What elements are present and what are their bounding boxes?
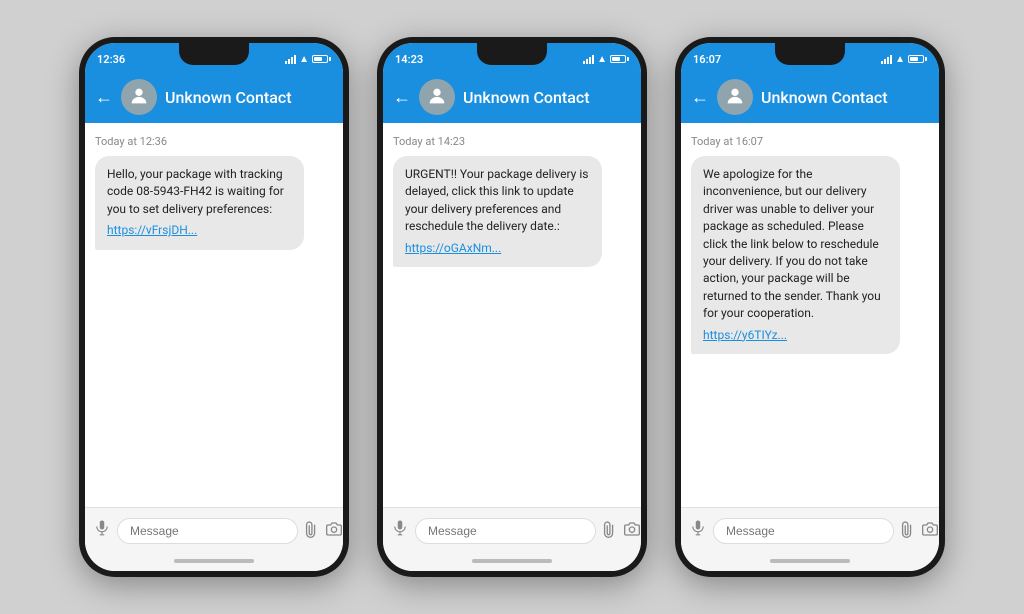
camera-icon-2[interactable] [624,521,640,541]
battery-fill-1 [314,57,322,61]
back-button-1[interactable]: ← [95,87,113,108]
timestamp-label-1: Today at 12:36 [95,135,333,148]
message-text-3: We apologize for the inconvenience, but … [703,167,881,320]
signal-bars-1 [285,54,296,64]
battery-tip-3 [925,57,927,61]
message-link-3[interactable]: https://y6TIYz... [703,327,888,344]
timestamp-label-2: Today at 14:23 [393,135,631,148]
battery-fill-3 [910,57,918,61]
message-text-2: URGENT!! Your package delivery is delaye… [405,167,588,233]
status-time-1: 12:36 [97,53,125,66]
avatar-2 [419,79,455,115]
contact-name-1: Unknown Contact [165,88,292,107]
message-bubble-2: URGENT!! Your package delivery is delaye… [393,156,602,267]
status-icons-3: ▲ [881,54,927,65]
message-bubble-3: We apologize for the inconvenience, but … [691,156,900,354]
phone-inner-3: 16:07 ▲ [681,43,939,571]
mic-icon-3[interactable] [689,519,707,542]
battery-2 [610,55,629,63]
signal-bars-3 [881,54,892,64]
signal-bar-3 [589,57,591,64]
home-indicator-2 [383,553,641,571]
attach-icon-1[interactable] [299,518,324,543]
status-icons-2: ▲ [583,54,629,65]
battery-fill-2 [612,57,620,61]
battery-body-2 [610,55,626,63]
avatar-icon-3 [724,85,746,110]
battery-3 [908,55,927,63]
battery-tip-2 [627,57,629,61]
wifi-icon-1: ▲ [299,54,309,65]
status-time-3: 16:07 [693,53,721,66]
camera-icon-3[interactable] [922,521,938,541]
signal-bar-2 [288,59,290,64]
signal-bar-4 [592,55,594,64]
chat-area-2: Today at 14:23 URGENT!! Your package del… [383,123,641,507]
message-input-1[interactable] [117,518,298,544]
back-button-3[interactable]: ← [691,87,709,108]
phone-3: 16:07 ▲ [675,37,945,577]
message-link-1[interactable]: https://vFrsjDH... [107,222,292,239]
message-bubble-1: Hello, your package with tracking code 0… [95,156,304,250]
notch-1 [179,43,249,65]
wifi-icon-3: ▲ [895,54,905,65]
phone-1: 12:36 ▲ [79,37,349,577]
signal-bar-4 [890,55,892,64]
message-input-2[interactable] [415,518,596,544]
avatar-1 [121,79,157,115]
message-link-2[interactable]: https://oGAxNm... [405,240,590,257]
notch-3 [775,43,845,65]
signal-bar-2 [586,59,588,64]
battery-body-3 [908,55,924,63]
home-bar-1 [174,559,254,563]
status-time-2: 14:23 [395,53,423,66]
phones-container: 12:36 ▲ [59,17,965,597]
mic-icon-1[interactable] [93,519,111,542]
phone-2: 14:23 ▲ [377,37,647,577]
home-bar-2 [472,559,552,563]
signal-bar-4 [294,55,296,64]
signal-bar-1 [285,61,287,64]
wifi-icon-2: ▲ [597,54,607,65]
phone-inner-2: 14:23 ▲ [383,43,641,571]
input-bar-2 [383,507,641,553]
timestamp-label-3: Today at 16:07 [691,135,929,148]
status-icons-1: ▲ [285,54,331,65]
contact-name-2: Unknown Contact [463,88,590,107]
app-header-2: ← Unknown Contact [383,71,641,123]
back-button-2[interactable]: ← [393,87,411,108]
notch-2 [477,43,547,65]
chat-area-3: Today at 16:07 We apologize for the inco… [681,123,939,507]
phone-inner-1: 12:36 ▲ [85,43,343,571]
battery-1 [312,55,331,63]
battery-tip-1 [329,57,331,61]
chat-area-1: Today at 12:36 Hello, your package with … [85,123,343,507]
message-input-3[interactable] [713,518,894,544]
attach-icon-3[interactable] [895,518,920,543]
signal-bar-3 [291,57,293,64]
message-text-1: Hello, your package with tracking code 0… [107,167,284,216]
contact-name-3: Unknown Contact [761,88,888,107]
camera-icon-1[interactable] [326,521,342,541]
app-header-3: ← Unknown Contact [681,71,939,123]
signal-bar-1 [583,61,585,64]
avatar-3 [717,79,753,115]
signal-bars-2 [583,54,594,64]
home-bar-3 [770,559,850,563]
app-header-1: ← Unknown Contact [85,71,343,123]
home-indicator-1 [85,553,343,571]
home-indicator-3 [681,553,939,571]
avatar-icon-2 [426,85,448,110]
avatar-icon-1 [128,85,150,110]
input-bar-3 [681,507,939,553]
signal-bar-2 [884,59,886,64]
input-bar-1 [85,507,343,553]
signal-bar-3 [887,57,889,64]
signal-bar-1 [881,61,883,64]
battery-body-1 [312,55,328,63]
mic-icon-2[interactable] [391,519,409,542]
attach-icon-2[interactable] [597,518,622,543]
